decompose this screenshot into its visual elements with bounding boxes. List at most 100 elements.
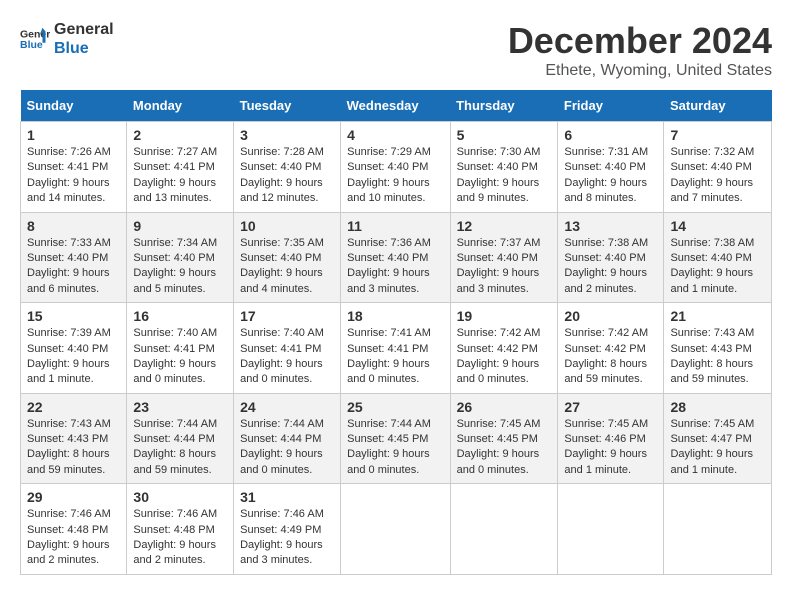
info-line: Sunset: 4:41 PM xyxy=(240,342,334,357)
calendar-cell: 3Sunrise: 7:28 AMSunset: 4:40 PMDaylight… xyxy=(234,122,341,213)
day-info: Sunrise: 7:42 AMSunset: 4:42 PMDaylight:… xyxy=(564,326,657,388)
calendar-cell: 7Sunrise: 7:32 AMSunset: 4:40 PMDaylight… xyxy=(664,122,772,213)
info-line: Sunset: 4:40 PM xyxy=(564,160,657,175)
day-number: 4 xyxy=(347,127,443,143)
info-line: Sunset: 4:41 PM xyxy=(347,342,443,357)
day-number: 9 xyxy=(133,218,227,234)
calendar-cell: 12Sunrise: 7:37 AMSunset: 4:40 PMDayligh… xyxy=(450,212,558,303)
day-info: Sunrise: 7:44 AMSunset: 4:44 PMDaylight:… xyxy=(133,417,227,479)
calendar-cell: 24 Sunrise: 7:44 AMSunset: 4:44 PMDayligh… xyxy=(234,393,341,484)
info-line: Sunset: 4:40 PM xyxy=(240,160,334,175)
calendar-cell: 11 Sunrise: 7:36 AMSunset: 4:40 PMDayligh… xyxy=(341,212,450,303)
day-number: 26 xyxy=(457,399,552,415)
info-line: Daylight: 9 hours and 0 minutes. xyxy=(133,357,227,388)
info-line: Sunset: 4:40 PM xyxy=(564,251,657,266)
day-info: Sunrise: 7:38 AMSunset: 4:40 PMDaylight:… xyxy=(670,236,765,298)
info-line: Sunrise: 7:31 AM xyxy=(564,145,657,160)
day-number: 5 xyxy=(457,127,552,143)
calendar-row-5: 29Sunrise: 7:46 AMSunset: 4:48 PMDayligh… xyxy=(21,484,772,575)
info-line: Sunrise: 7:32 AM xyxy=(670,145,765,160)
info-line: Sunrise: 7:43 AM xyxy=(27,417,120,432)
info-line: Daylight: 9 hours and 8 minutes. xyxy=(564,176,657,207)
info-line: Sunset: 4:49 PM xyxy=(240,523,334,538)
info-line: Sunset: 4:40 PM xyxy=(27,342,120,357)
header-row: Sunday Monday Tuesday Wednesday Thursday… xyxy=(21,90,772,122)
calendar-row-1: 1Sunrise: 7:26 AMSunset: 4:41 PMDaylight… xyxy=(21,122,772,213)
day-info: Sunrise: 7:30 AMSunset: 4:40 PMDaylight:… xyxy=(457,145,552,207)
info-line: Daylight: 9 hours and 1 minute. xyxy=(670,447,765,478)
calendar-cell: 19Sunrise: 7:42 AMSunset: 4:42 PMDayligh… xyxy=(450,303,558,394)
info-line: Daylight: 9 hours and 1 minute. xyxy=(27,357,120,388)
col-monday: Monday xyxy=(127,90,234,122)
calendar-table: Sunday Monday Tuesday Wednesday Thursday… xyxy=(20,90,772,575)
day-info: Sunrise: 7:28 AMSunset: 4:40 PMDaylight:… xyxy=(240,145,334,207)
day-number: 24 xyxy=(240,399,334,415)
col-tuesday: Tuesday xyxy=(234,90,341,122)
day-info: Sunrise: 7:34 AMSunset: 4:40 PMDaylight:… xyxy=(133,236,227,298)
info-line: Sunset: 4:48 PM xyxy=(27,523,120,538)
calendar-cell: 22 Sunrise: 7:43 AMSunset: 4:43 PMDayligh… xyxy=(21,393,127,484)
day-number: 28 xyxy=(670,399,765,415)
calendar-cell: 27Sunrise: 7:45 AMSunset: 4:46 PMDayligh… xyxy=(558,393,664,484)
info-line: Daylight: 9 hours and 1 minute. xyxy=(670,266,765,297)
day-number: 23 xyxy=(133,399,227,415)
day-info: Sunrise: 7:38 AMSunset: 4:40 PMDaylight:… xyxy=(564,236,657,298)
calendar-cell: 16Sunrise: 7:40 AMSunset: 4:41 PMDayligh… xyxy=(127,303,234,394)
logo-general: General xyxy=(54,20,114,39)
info-line: Sunset: 4:40 PM xyxy=(347,160,443,175)
day-number: 21 xyxy=(670,308,765,324)
calendar-cell: 25Sunrise: 7:44 AMSunset: 4:45 PMDayligh… xyxy=(341,393,450,484)
day-number: 18 xyxy=(347,308,443,324)
info-line: Sunset: 4:40 PM xyxy=(27,251,120,266)
calendar-cell xyxy=(664,484,772,575)
info-line: Sunset: 4:44 PM xyxy=(133,432,227,447)
day-info: Sunrise: 7:31 AMSunset: 4:40 PMDaylight:… xyxy=(564,145,657,207)
info-line: Sunset: 4:43 PM xyxy=(27,432,120,447)
day-number: 22 xyxy=(27,399,120,415)
day-info: Sunrise: 7:36 AMSunset: 4:40 PMDaylight:… xyxy=(347,236,443,298)
calendar-cell: 30 Sunrise: 7:46 AMSunset: 4:48 PMDayligh… xyxy=(127,484,234,575)
info-line: Sunrise: 7:45 AM xyxy=(457,417,552,432)
info-line: Daylight: 9 hours and 0 minutes. xyxy=(347,357,443,388)
day-number: 11 xyxy=(347,218,443,234)
info-line: Daylight: 9 hours and 0 minutes. xyxy=(240,447,334,478)
info-line: Sunrise: 7:46 AM xyxy=(133,507,227,522)
logo-icon: General Blue xyxy=(20,24,50,54)
day-info: Sunrise: 7:44 AMSunset: 4:44 PMDaylight:… xyxy=(240,417,334,479)
subtitle: Ethete, Wyoming, United States xyxy=(508,62,772,80)
info-line: Sunset: 4:41 PM xyxy=(133,160,227,175)
calendar-cell: 8Sunrise: 7:33 AMSunset: 4:40 PMDaylight… xyxy=(21,212,127,303)
day-number: 25 xyxy=(347,399,443,415)
info-line: Sunrise: 7:46 AM xyxy=(240,507,334,522)
day-info: Sunrise: 7:26 AMSunset: 4:41 PMDaylight:… xyxy=(27,145,120,207)
info-line: Daylight: 9 hours and 4 minutes. xyxy=(240,266,334,297)
info-line: Daylight: 9 hours and 10 minutes. xyxy=(347,176,443,207)
info-line: Sunset: 4:40 PM xyxy=(133,251,227,266)
main-title: December 2024 xyxy=(508,20,772,62)
info-line: Sunrise: 7:45 AM xyxy=(564,417,657,432)
info-line: Sunset: 4:45 PM xyxy=(457,432,552,447)
day-info: Sunrise: 7:40 AMSunset: 4:41 PMDaylight:… xyxy=(133,326,227,388)
day-info: Sunrise: 7:46 AMSunset: 4:48 PMDaylight:… xyxy=(133,507,227,569)
logo: General Blue General Blue xyxy=(20,20,114,58)
info-line: Daylight: 9 hours and 2 minutes. xyxy=(27,538,120,569)
day-number: 8 xyxy=(27,218,120,234)
day-number: 7 xyxy=(670,127,765,143)
calendar-cell: 6Sunrise: 7:31 AMSunset: 4:40 PMDaylight… xyxy=(558,122,664,213)
info-line: Sunrise: 7:28 AM xyxy=(240,145,334,160)
info-line: Sunrise: 7:26 AM xyxy=(27,145,120,160)
info-line: Sunset: 4:40 PM xyxy=(347,251,443,266)
info-line: Sunrise: 7:37 AM xyxy=(457,236,552,251)
info-line: Sunset: 4:42 PM xyxy=(564,342,657,357)
info-line: Sunset: 4:44 PM xyxy=(240,432,334,447)
day-number: 30 xyxy=(133,489,227,505)
calendar-cell: 20Sunrise: 7:42 AMSunset: 4:42 PMDayligh… xyxy=(558,303,664,394)
logo-blue: Blue xyxy=(54,39,114,58)
calendar-cell: 18Sunrise: 7:41 AMSunset: 4:41 PMDayligh… xyxy=(341,303,450,394)
day-number: 27 xyxy=(564,399,657,415)
info-line: Sunrise: 7:40 AM xyxy=(133,326,227,341)
calendar-row-4: 22Sunrise: 7:43 AMSunset: 4:43 PMDayligh… xyxy=(21,393,772,484)
info-line: Daylight: 9 hours and 12 minutes. xyxy=(240,176,334,207)
calendar-cell: 4Sunrise: 7:29 AMSunset: 4:40 PMDaylight… xyxy=(341,122,450,213)
day-info: Sunrise: 7:43 AMSunset: 4:43 PMDaylight:… xyxy=(27,417,120,479)
